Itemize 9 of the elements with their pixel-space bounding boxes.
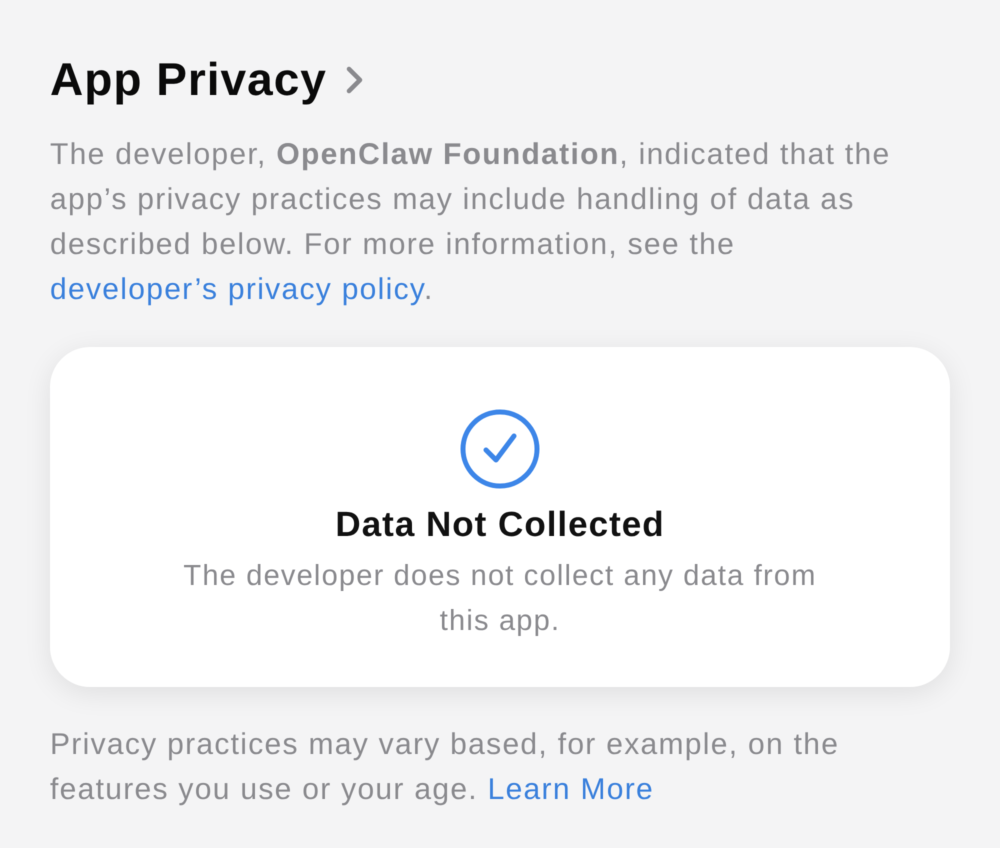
privacy-policy-link[interactable]: developer’s privacy policy: [50, 273, 424, 306]
card-title: Data Not Collected: [335, 505, 665, 545]
learn-more-link[interactable]: Learn More: [488, 773, 654, 806]
privacy-note-text: Privacy practices may vary based, for example, on the features you use or your age. Learn More: [50, 727, 840, 808]
checkmark-circle-icon: [460, 409, 540, 489]
section-header-button[interactable]: App Privacy: [50, 52, 365, 106]
developer-disclosure-text: The developer, OpenClaw Foundation, indicated that the app’s privacy practices may include handling of data as described below. For more information, see the developer’s privacy policy.: [50, 137, 892, 308]
card-description: The developer does not collect any data from this app.: [182, 559, 818, 639]
chevron-right-icon: [344, 65, 365, 95]
